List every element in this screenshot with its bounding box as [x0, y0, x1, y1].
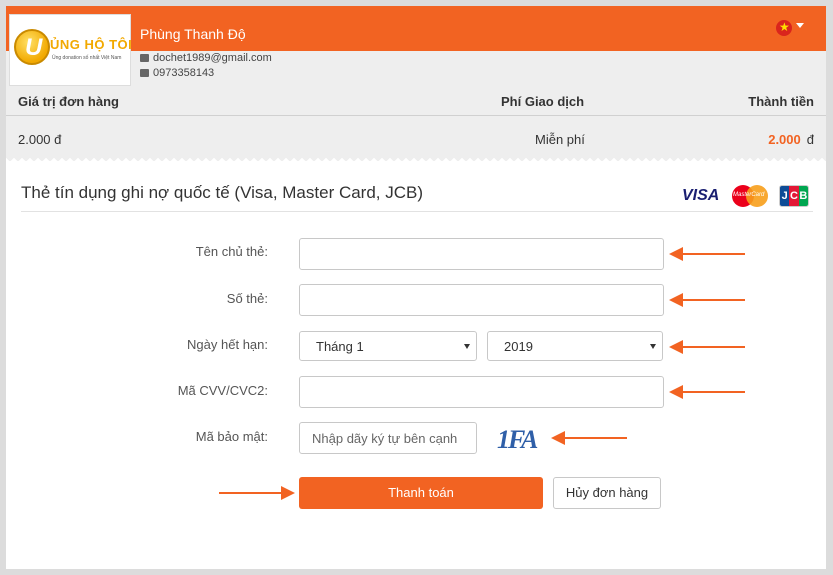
cancel-order-button[interactable]: Hủy đơn hàng: [553, 477, 661, 509]
mastercard-label: MasterCard: [733, 192, 765, 198]
arrow-icon: [669, 385, 745, 399]
order-total: 2.000 đ: [768, 132, 814, 147]
arrow-icon: [669, 247, 745, 261]
arrow-icon: [551, 431, 627, 445]
language-caret-icon[interactable]: [796, 23, 804, 28]
mastercard-logo: MasterCard: [732, 185, 768, 207]
expiry-year-select[interactable]: 2019: [487, 331, 663, 361]
merchant-phone: 0973358143: [140, 67, 214, 79]
arrow-icon: [669, 340, 745, 354]
order-table-row: 2.000 đ Miễn phí 2.000 đ: [6, 117, 826, 157]
expiry-month-select[interactable]: Tháng 1: [299, 331, 477, 361]
order-total-value: 2.000: [768, 132, 801, 147]
visa-logo: VISA: [682, 187, 720, 204]
jcb-logo-letter: J: [780, 186, 790, 206]
email-text: dochet1989@gmail.com: [153, 52, 272, 64]
cvv-label: Mã CVV/CVC2:: [177, 383, 268, 398]
order-fee: Miễn phí: [535, 132, 585, 147]
captcha-image: 1FA: [497, 425, 538, 454]
expiry-month-value: Tháng 1: [316, 339, 364, 354]
col-order-value: Giá trị đơn hàng: [18, 94, 119, 109]
payment-panel: Phùng Thanh Độ ★ U ỦNG HỘ TÔI Ủng donati…: [6, 6, 826, 569]
card-holder-label: Tên chủ thẻ:: [195, 244, 268, 259]
phone-text: 0973358143: [153, 67, 215, 79]
order-amount: 2.000 đ: [18, 132, 62, 147]
merchant-email: dochet1989@gmail.com: [140, 52, 272, 64]
jcb-logo-letter: B: [798, 186, 808, 206]
col-transaction-fee: Phí Giao dịch: [501, 94, 585, 109]
card-title-divider: [21, 211, 813, 212]
captcha-label: Mã bảo mật:: [195, 429, 268, 444]
card-brands: VISA MasterCard JCB: [682, 185, 812, 209]
expiry-label: Ngày hết hạn:: [187, 337, 268, 352]
card-form-title: Thẻ tín dụng ghi nợ quốc tế (Visa, Maste…: [21, 183, 424, 202]
page-frame: Phùng Thanh Độ ★ U ỦNG HỘ TÔI Ủng donati…: [0, 0, 833, 575]
jcb-logo-letter: C: [789, 186, 799, 206]
captcha-input[interactable]: Nhập dãy ký tự bên cạnh: [299, 422, 477, 454]
logo-text: ỦNG HỘ TÔI: [50, 37, 133, 52]
logo-u-icon: U: [14, 29, 50, 65]
expiry-year-value: 2019: [504, 339, 533, 354]
col-total: Thành tiền: [748, 94, 814, 109]
jcb-logo: JCB: [779, 185, 809, 207]
envelope-icon: [140, 54, 149, 63]
merchant-logo: U ỦNG HỘ TÔI Ủng donation số nhất Việt N…: [9, 14, 133, 86]
arrow-icon: [669, 293, 745, 307]
cvv-input[interactable]: [299, 376, 664, 408]
logo-subtext: Ủng donation số nhất Việt Nam: [52, 55, 122, 61]
order-table-header: Giá trị đơn hàng Phí Giao dịch Thành tiề…: [6, 86, 826, 116]
card-number-input[interactable]: [299, 284, 664, 316]
pay-button[interactable]: Thanh toán: [299, 477, 543, 509]
card-holder-input[interactable]: [299, 238, 664, 270]
card-form: Thẻ tín dụng ghi nợ quốc tế (Visa, Maste…: [6, 156, 826, 569]
order-total-unit: đ: [806, 132, 814, 147]
phone-icon: [140, 69, 149, 78]
zigzag-divider: [6, 156, 826, 162]
chevron-down-icon: [464, 344, 470, 349]
chevron-down-icon: [650, 344, 656, 349]
card-number-label: Số thẻ:: [226, 291, 268, 306]
vn-flag-icon[interactable]: ★: [776, 20, 792, 36]
merchant-name: Phùng Thanh Độ: [140, 26, 246, 42]
arrow-icon: [219, 486, 295, 500]
